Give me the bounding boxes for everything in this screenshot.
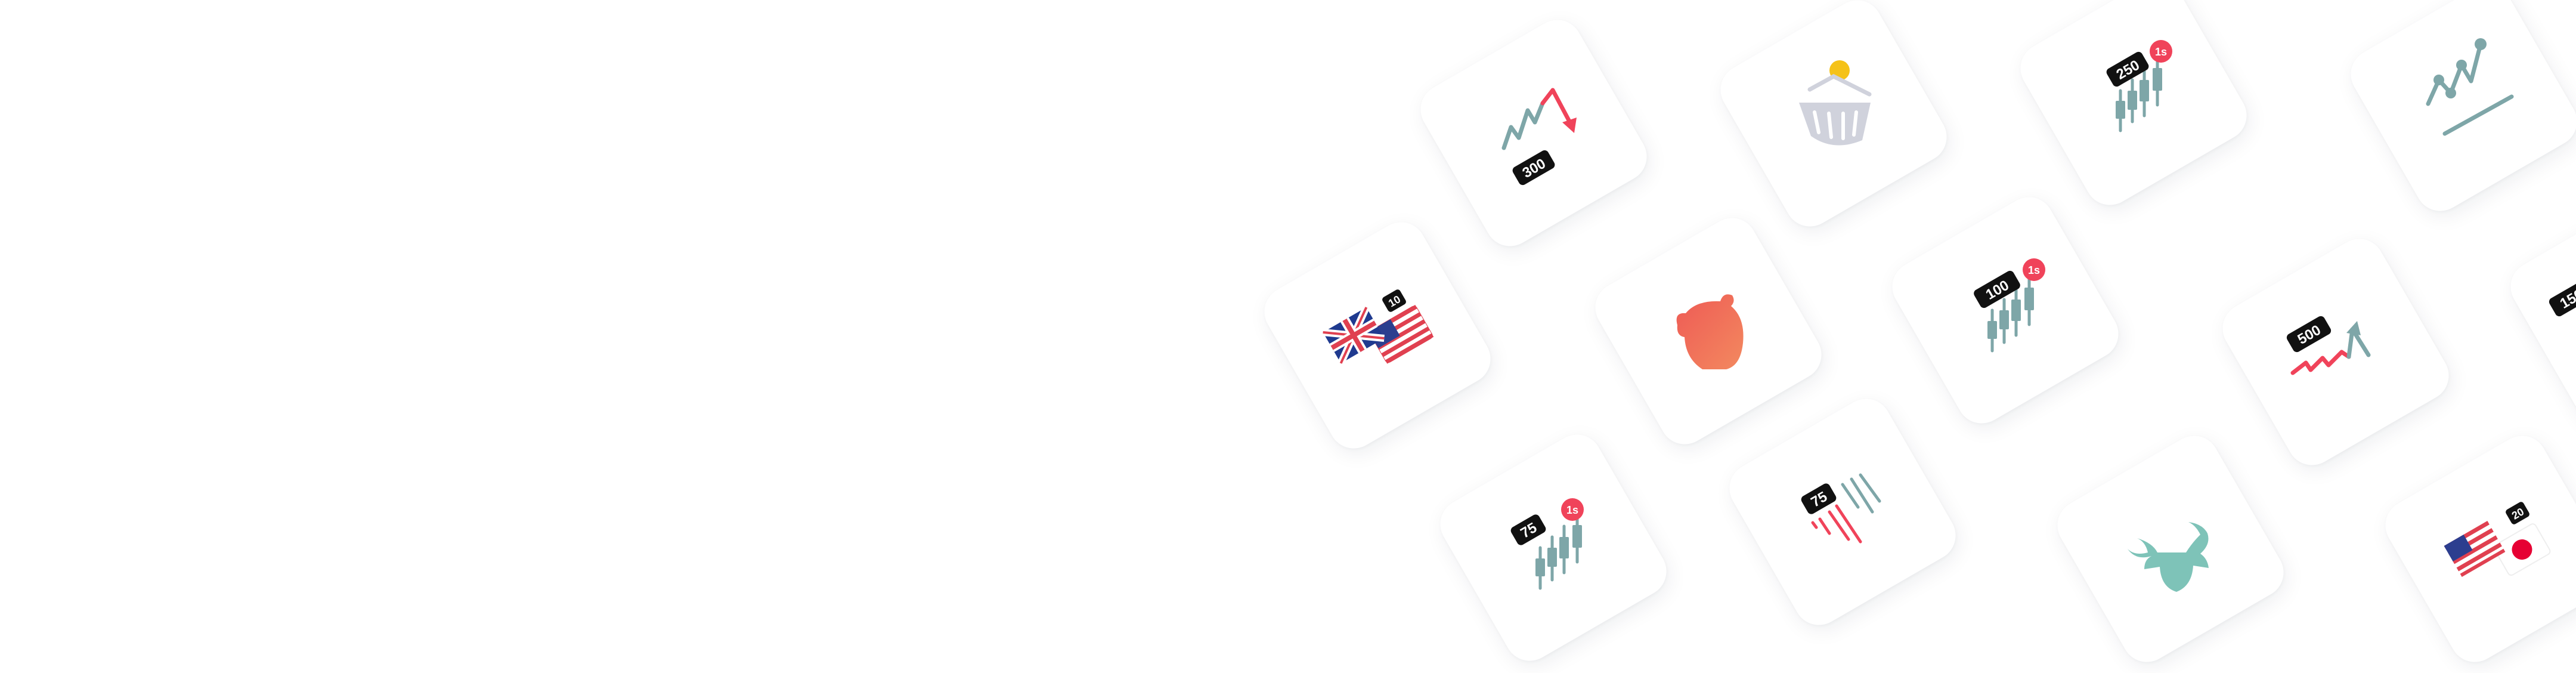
tile-candles-75: 75 1s bbox=[1431, 425, 1676, 670]
candlestick-icon: 250 1s bbox=[2106, 40, 2172, 132]
tile-trend-down: 300 bbox=[1411, 11, 1656, 255]
candlestick-icon: 75 1s bbox=[1510, 498, 1584, 590]
bull-icon bbox=[2128, 522, 2209, 592]
tile-line-chart bbox=[2342, 0, 2576, 220]
tile-candles-150: 150 bbox=[2501, 188, 2576, 433]
tile-flag-pair-usd-jpy: 20 bbox=[2376, 427, 2576, 671]
candlestick-icon: 150 bbox=[2549, 280, 2576, 317]
tick-chart-icon: 75 bbox=[1801, 473, 1881, 544]
tile-trend-up: 500 bbox=[2213, 230, 2458, 474]
tile-tick-chart: 75 bbox=[1720, 390, 1965, 634]
tile-timeframe: 1s bbox=[2028, 264, 2040, 276]
tile-basket bbox=[1711, 0, 1956, 236]
candlestick-icon: 100 1s bbox=[1974, 258, 2045, 353]
flag-pair-usd-jpy-icon: 20 bbox=[2444, 502, 2551, 577]
tile-candles-100: 100 1s bbox=[1883, 188, 2128, 433]
trend-up-icon: 500 bbox=[2286, 316, 2371, 375]
trend-down-icon: 300 bbox=[1501, 88, 1577, 186]
tile-timeframe: 1s bbox=[1566, 504, 1578, 516]
line-chart-icon bbox=[2426, 38, 2514, 136]
icon-mosaic-banner: 300 250 1s 10 100 1s 500 150 75 1s 75 20 bbox=[0, 0, 2576, 673]
flag-pair-gbp-usd-icon: 10 bbox=[1323, 289, 1434, 365]
basket-coin-icon bbox=[1799, 60, 1872, 146]
tile-flag-pair-gbp-usd: 10 bbox=[1255, 213, 1500, 458]
tile-candles-250: 250 1s bbox=[2011, 0, 2256, 214]
tile-bear bbox=[1586, 209, 1831, 453]
tile-bull bbox=[2048, 427, 2293, 671]
bear-icon bbox=[1676, 294, 1744, 369]
tile-timeframe: 1s bbox=[2155, 46, 2167, 58]
